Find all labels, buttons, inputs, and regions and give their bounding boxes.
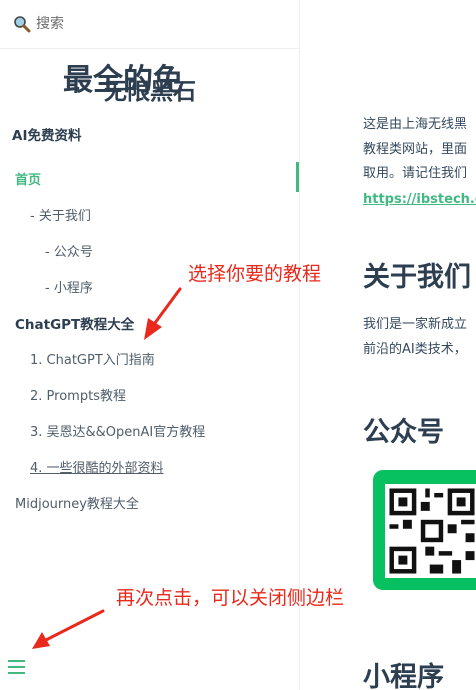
wechat-heading: 公众号 bbox=[363, 417, 444, 448]
intro-line-2: 教程类网站，里面 bbox=[363, 142, 468, 157]
intro-line-3: 取用。请记住我们 bbox=[363, 166, 468, 181]
active-indicator bbox=[296, 162, 299, 192]
sidebar-item-home[interactable]: 首页 bbox=[15, 169, 41, 188]
sidebar-item-wechat[interactable]: - 公众号 bbox=[45, 241, 93, 260]
wechat-qr-card bbox=[373, 470, 476, 590]
qr-code-icon bbox=[385, 484, 476, 578]
sidebar-section-chatgpt[interactable]: ChatGPT教程大全 bbox=[15, 313, 134, 333]
annotation-choose-tutorial: 选择你要的教程 bbox=[188, 263, 322, 285]
sidebar-item-chatgpt-intro[interactable]: 1. ChatGPT入门指南 bbox=[30, 349, 155, 368]
page-title: 最全的免 bbox=[63, 63, 183, 98]
sidebar-item-external-resources[interactable]: 4. 一些很酷的外部资料 bbox=[30, 457, 164, 476]
hamburger-line bbox=[8, 660, 25, 662]
search-bar bbox=[0, 0, 300, 49]
sidebar-item-midjourney[interactable]: Midjourney教程大全 bbox=[15, 493, 139, 512]
about-heading: 关于我们 bbox=[363, 262, 471, 293]
sidebar-item-prompts[interactable]: 2. Prompts教程 bbox=[30, 385, 126, 404]
intro-line-1: 这是由上海无线黑 bbox=[363, 117, 468, 132]
annotation-close-sidebar: 再次点击，可以关闭侧边栏 bbox=[116, 587, 345, 609]
sidebar-item-about[interactable]: - 关于我们 bbox=[30, 205, 91, 224]
website-link[interactable]: https://ibstech.cn bbox=[363, 192, 476, 207]
about-line-2: 前沿的AI类技术， bbox=[363, 342, 467, 357]
sidebar-section-ai-free[interactable]: AI免费资料 bbox=[12, 124, 81, 144]
hamburger-icon[interactable] bbox=[8, 660, 28, 678]
hamburger-line bbox=[8, 672, 25, 674]
sidebar-item-miniprogram[interactable]: - 小程序 bbox=[45, 277, 93, 296]
hamburger-line bbox=[8, 666, 25, 668]
about-line-1: 我们是一家新成立 bbox=[363, 317, 468, 332]
search-input[interactable] bbox=[36, 12, 276, 36]
search-icon bbox=[14, 16, 31, 33]
sidebar-item-openai-course[interactable]: 3. 吴恩达&&OpenAI官方教程 bbox=[30, 421, 205, 440]
sidebar-item-label: 4. 一些很酷的外部资料 bbox=[30, 461, 164, 476]
miniprogram-heading: 小程序 bbox=[363, 662, 444, 690]
